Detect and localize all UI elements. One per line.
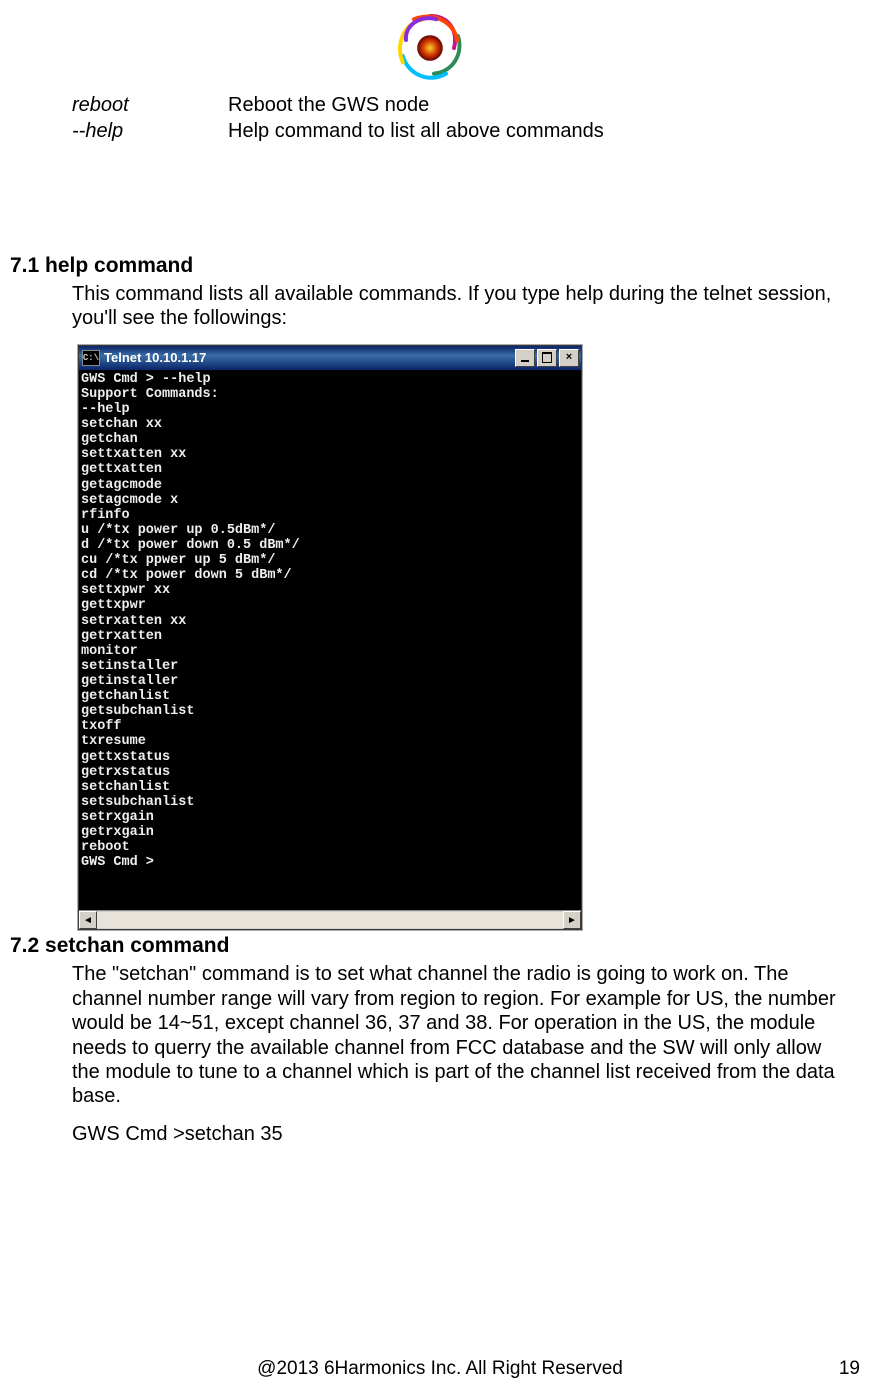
terminal-output[interactable]: GWS Cmd > --help Support Commands: --hel… (79, 370, 581, 911)
table-row: --help Help command to list all above co… (72, 118, 850, 144)
close-button[interactable]: × (559, 349, 579, 367)
window-title: Telnet 10.10.1.17 (104, 350, 513, 365)
cmd-prompt-icon: C:\ (82, 350, 100, 366)
maximize-button[interactable] (537, 349, 557, 367)
cmd-name: --help (72, 118, 228, 144)
minimize-button[interactable] (515, 349, 535, 367)
scroll-track[interactable] (97, 912, 563, 928)
section-heading-71: 7.1 help command (10, 254, 850, 278)
section-heading-72: 7.2 setchan command (10, 934, 850, 958)
telnet-window: C:\ Telnet 10.10.1.17 × GWS Cmd > --help… (78, 345, 582, 931)
horizontal-scrollbar[interactable]: ◄ ► (79, 910, 581, 929)
commands-table: reboot Reboot the GWS node --help Help c… (72, 92, 850, 144)
page-footer: @2013 6Harmonics Inc. All Right Reserved (0, 1358, 880, 1380)
example-command: GWS Cmd >setchan 35 (72, 1123, 850, 1146)
company-logo (390, 8, 470, 88)
cmd-name: reboot (72, 92, 228, 118)
scroll-right-button[interactable]: ► (563, 911, 581, 929)
cmd-desc: Help command to list all above commands (228, 118, 604, 144)
page-number: 19 (839, 1358, 860, 1380)
cmd-desc: Reboot the GWS node (228, 92, 429, 118)
table-row: reboot Reboot the GWS node (72, 92, 850, 118)
section-72-para: The "setchan" command is to set what cha… (72, 962, 850, 1108)
section-71-para: This command lists all available command… (72, 282, 850, 331)
scroll-left-button[interactable]: ◄ (79, 911, 97, 929)
window-titlebar[interactable]: C:\ Telnet 10.10.1.17 × (79, 346, 581, 370)
